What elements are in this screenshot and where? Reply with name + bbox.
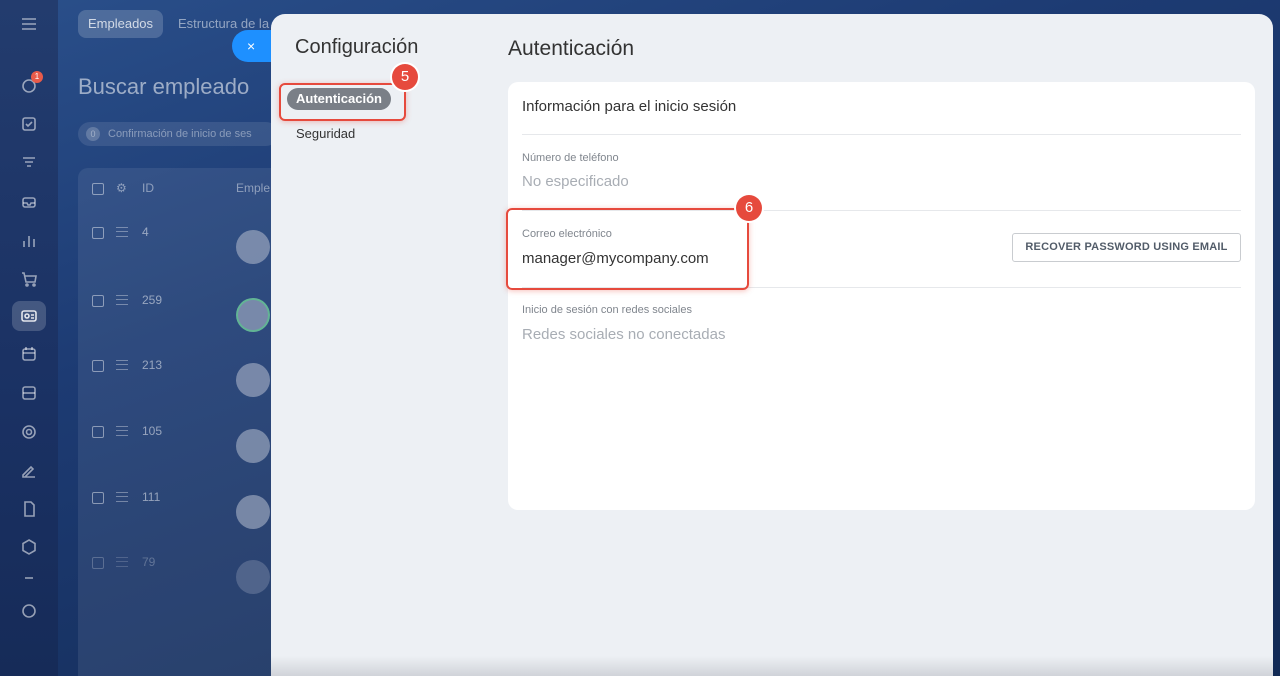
row-id: 259 (142, 293, 163, 307)
row-id: 79 (142, 555, 156, 569)
close-slider-button[interactable]: × (232, 30, 276, 62)
sidebar-item-seguridad[interactable]: Seguridad (287, 123, 364, 145)
row-checkbox[interactable] (92, 295, 104, 307)
row-checkbox[interactable] (92, 426, 104, 438)
cube-icon[interactable] (19, 537, 39, 557)
card-title: Información para el inicio sesión (522, 98, 737, 115)
sidebar-title: Configuración (295, 36, 419, 58)
notification-badge: 1 (31, 71, 43, 83)
drag-handle-icon[interactable] (116, 227, 128, 237)
bottom-shadow (271, 656, 1273, 676)
drag-handle-icon[interactable] (116, 426, 128, 436)
background-title: Buscar empleado (78, 74, 250, 99)
storage-icon[interactable] (19, 383, 39, 403)
row-id: 105 (142, 424, 163, 438)
sign-icon[interactable] (19, 460, 39, 480)
settings-panel: Configuración Autenticación Seguridad 5 … (271, 14, 1273, 676)
filter-chip-count: 0 (86, 127, 100, 141)
settings-gear-icon[interactable]: ⚙ (116, 181, 127, 195)
avatar (236, 560, 270, 594)
phone-label: Número de teléfono (522, 152, 619, 164)
row-id: 111 (142, 490, 161, 504)
close-icon: × (247, 38, 256, 54)
drag-handle-icon[interactable] (116, 360, 128, 370)
settings-icon[interactable] (19, 601, 39, 621)
avatar (236, 298, 270, 332)
avatar (236, 495, 270, 529)
highlight-box-6 (506, 208, 749, 290)
filter-chip[interactable]: 0 Confirmación de inicio de ses (78, 122, 278, 146)
drag-handle-icon[interactable] (116, 295, 128, 305)
document-icon[interactable] (19, 499, 39, 519)
page-title: Autenticación (508, 37, 635, 60)
social-login-label: Inicio de sesión con redes sociales (522, 304, 692, 316)
row-checkbox[interactable] (92, 492, 104, 504)
filter-chip-label: Confirmación de inicio de ses (108, 128, 252, 140)
tasks-icon[interactable] (19, 114, 39, 134)
drag-handle-icon[interactable] (116, 492, 128, 502)
highlight-box-5 (279, 83, 406, 121)
column-header-id: ID (142, 181, 154, 195)
select-all-checkbox[interactable] (92, 183, 104, 195)
cart-icon[interactable] (19, 269, 39, 289)
avatar (236, 363, 270, 397)
analytics-icon[interactable] (19, 231, 39, 251)
row-id: 4 (142, 225, 149, 239)
more-icon[interactable] (19, 568, 39, 588)
target-icon[interactable] (19, 422, 39, 442)
employees-icon[interactable] (12, 301, 46, 331)
social-login-value: Redes sociales no conectadas (522, 326, 726, 343)
row-checkbox[interactable] (92, 360, 104, 372)
step-badge-5: 5 (392, 64, 418, 90)
row-checkbox[interactable] (92, 227, 104, 239)
menu-icon[interactable] (19, 14, 39, 34)
divider (522, 134, 1241, 135)
tab-empleados[interactable]: Empleados (78, 10, 164, 38)
left-nav: 1 (0, 0, 58, 676)
calendar-icon[interactable] (19, 344, 39, 364)
row-checkbox[interactable] (92, 557, 104, 569)
phone-value: No especificado (522, 173, 629, 190)
step-badge-6: 6 (736, 195, 762, 221)
drag-handle-icon[interactable] (116, 557, 128, 567)
column-header-employee: Emple (236, 181, 271, 195)
avatar (236, 230, 270, 264)
avatar (236, 429, 270, 463)
inbox-icon[interactable] (19, 192, 39, 212)
row-id: 213 (142, 358, 163, 372)
auth-info-card: Información para el inicio sesión Número… (508, 82, 1255, 510)
filter-icon[interactable] (19, 153, 39, 173)
recover-password-button[interactable]: RECOVER PASSWORD USING EMAIL (1012, 233, 1241, 262)
